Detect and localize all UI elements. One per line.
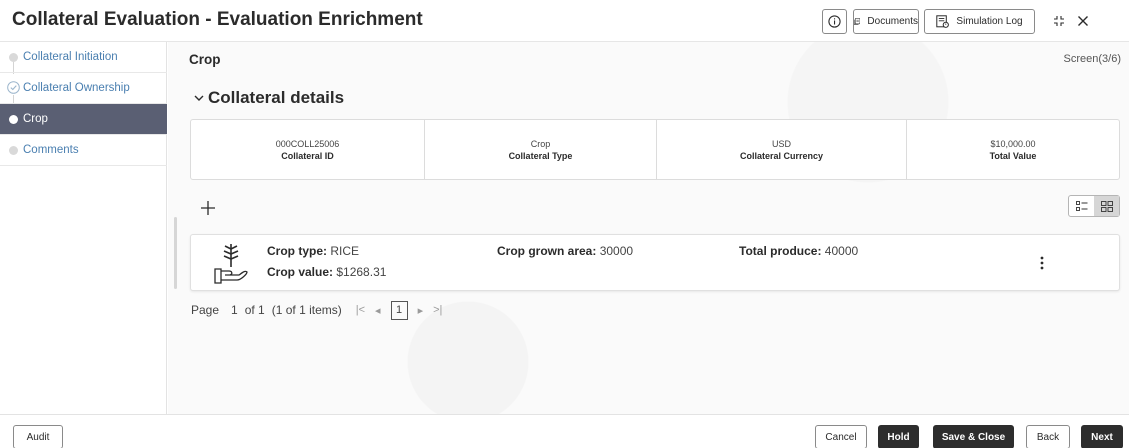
crop-value-field: Crop value: $1268.31 (267, 265, 386, 279)
footer-bar: Audit Cancel Hold Save & Close Back Next (0, 414, 1129, 448)
screen-indicator: Screen(3/6) (1063, 53, 1121, 65)
step-label: Collateral Initiation (23, 51, 118, 63)
crop-plant-icon (214, 244, 248, 284)
step-crop[interactable]: Crop (0, 104, 167, 135)
simulation-log-label: Simulation Log (956, 16, 1023, 27)
check-circle-icon (7, 81, 20, 94)
crop-record-card[interactable]: Crop type: RICE Crop value: $1268.31 Cro… (190, 234, 1120, 291)
section-title: Crop (189, 52, 221, 67)
main-content: Crop Screen(3/6) Collateral details 000C… (168, 42, 1129, 414)
summary-collateral-id: 000COLL25006 Collateral ID (191, 120, 425, 179)
simulation-log-button[interactable]: Simulation Log (924, 9, 1035, 34)
step-collateral-initiation[interactable]: Collateral Initiation (0, 42, 167, 73)
collateral-summary-card: 000COLL25006 Collateral ID Crop Collater… (190, 119, 1120, 180)
scrollbar[interactable] (174, 217, 177, 289)
header-bar: Collateral Evaluation - Evaluation Enric… (0, 0, 1129, 42)
audit-button[interactable]: Audit (13, 425, 63, 448)
field-label: Total produce: (739, 244, 822, 258)
add-icon[interactable] (200, 200, 216, 216)
field-label: Crop type: (267, 244, 327, 258)
close-icon[interactable] (1074, 12, 1092, 30)
summary-value: $10,000.00 (990, 138, 1036, 149)
list-view-icon[interactable] (1069, 196, 1094, 216)
info-icon (828, 15, 841, 28)
summary-label: Collateral Type (508, 150, 573, 161)
next-button[interactable]: Next (1081, 425, 1123, 448)
page-title: Collateral Evaluation - Evaluation Enric… (12, 9, 423, 30)
hold-button[interactable]: Hold (878, 425, 919, 448)
summary-value: Crop (530, 138, 551, 149)
documents-button[interactable]: Documents (853, 9, 919, 34)
summary-label: Collateral ID (281, 150, 334, 161)
current-page-button[interactable]: 1 (390, 300, 408, 320)
minimize-icon[interactable] (1050, 12, 1068, 30)
field-value: 40000 (824, 244, 859, 258)
next-page-icon[interactable]: ▸ (418, 304, 424, 317)
pagination: Page 1 of 1 (1 of 1 items) |< ◂ 1 ▸ >| (191, 299, 452, 321)
total-produce-field: Total produce: 40000 (739, 244, 858, 258)
summary-label: Total Value (989, 150, 1037, 161)
document-icon (854, 18, 861, 25)
prev-page-icon[interactable]: ◂ (375, 304, 381, 317)
summary-label: Collateral Currency (739, 150, 824, 161)
more-options-icon[interactable] (1036, 253, 1048, 273)
log-icon (936, 15, 950, 28)
step-collateral-ownership[interactable]: Collateral Ownership (0, 73, 167, 104)
documents-label: Documents (867, 16, 918, 27)
step-dot-icon (9, 53, 18, 62)
step-comments[interactable]: Comments (0, 135, 167, 166)
view-toggle (1068, 195, 1120, 217)
field-value: $1268.31 (336, 265, 387, 279)
step-navigation: Collateral Initiation Collateral Ownersh… (0, 42, 167, 414)
step-dot-icon (9, 115, 18, 124)
item-count: (1 of 1 items) (271, 303, 342, 317)
summary-total-value: $10,000.00 Total Value (907, 120, 1119, 179)
crop-type-field: Crop type: RICE (267, 244, 359, 258)
grid-view-icon[interactable] (1094, 196, 1119, 216)
back-button[interactable]: Back (1026, 425, 1070, 448)
field-value: RICE (330, 244, 360, 258)
save-close-button[interactable]: Save & Close (933, 425, 1014, 448)
page-number: 1 (231, 303, 238, 317)
step-label: Crop (23, 113, 48, 125)
step-label: Collateral Ownership (23, 82, 130, 94)
chevron-down-icon[interactable] (193, 93, 205, 103)
first-page-icon[interactable]: |< (356, 304, 365, 316)
info-button[interactable] (822, 9, 847, 34)
step-dot-icon (9, 146, 18, 155)
page-label: Page (191, 303, 220, 317)
summary-value: 000COLL25006 (275, 138, 340, 149)
field-value: 30000 (599, 244, 634, 258)
step-label: Comments (23, 144, 79, 156)
crop-grown-area-field: Crop grown area: 30000 (497, 244, 633, 258)
collateral-details-title: Collateral details (208, 88, 345, 107)
summary-collateral-currency: USD Collateral Currency (657, 120, 907, 179)
cancel-button[interactable]: Cancel (815, 425, 867, 448)
last-page-icon[interactable]: >| (433, 304, 442, 316)
page-total: of 1 (244, 303, 265, 317)
field-label: Crop value: (267, 265, 334, 279)
summary-value: USD (771, 138, 791, 149)
field-label: Crop grown area: (497, 244, 597, 258)
summary-collateral-type: Crop Collateral Type (425, 120, 657, 179)
